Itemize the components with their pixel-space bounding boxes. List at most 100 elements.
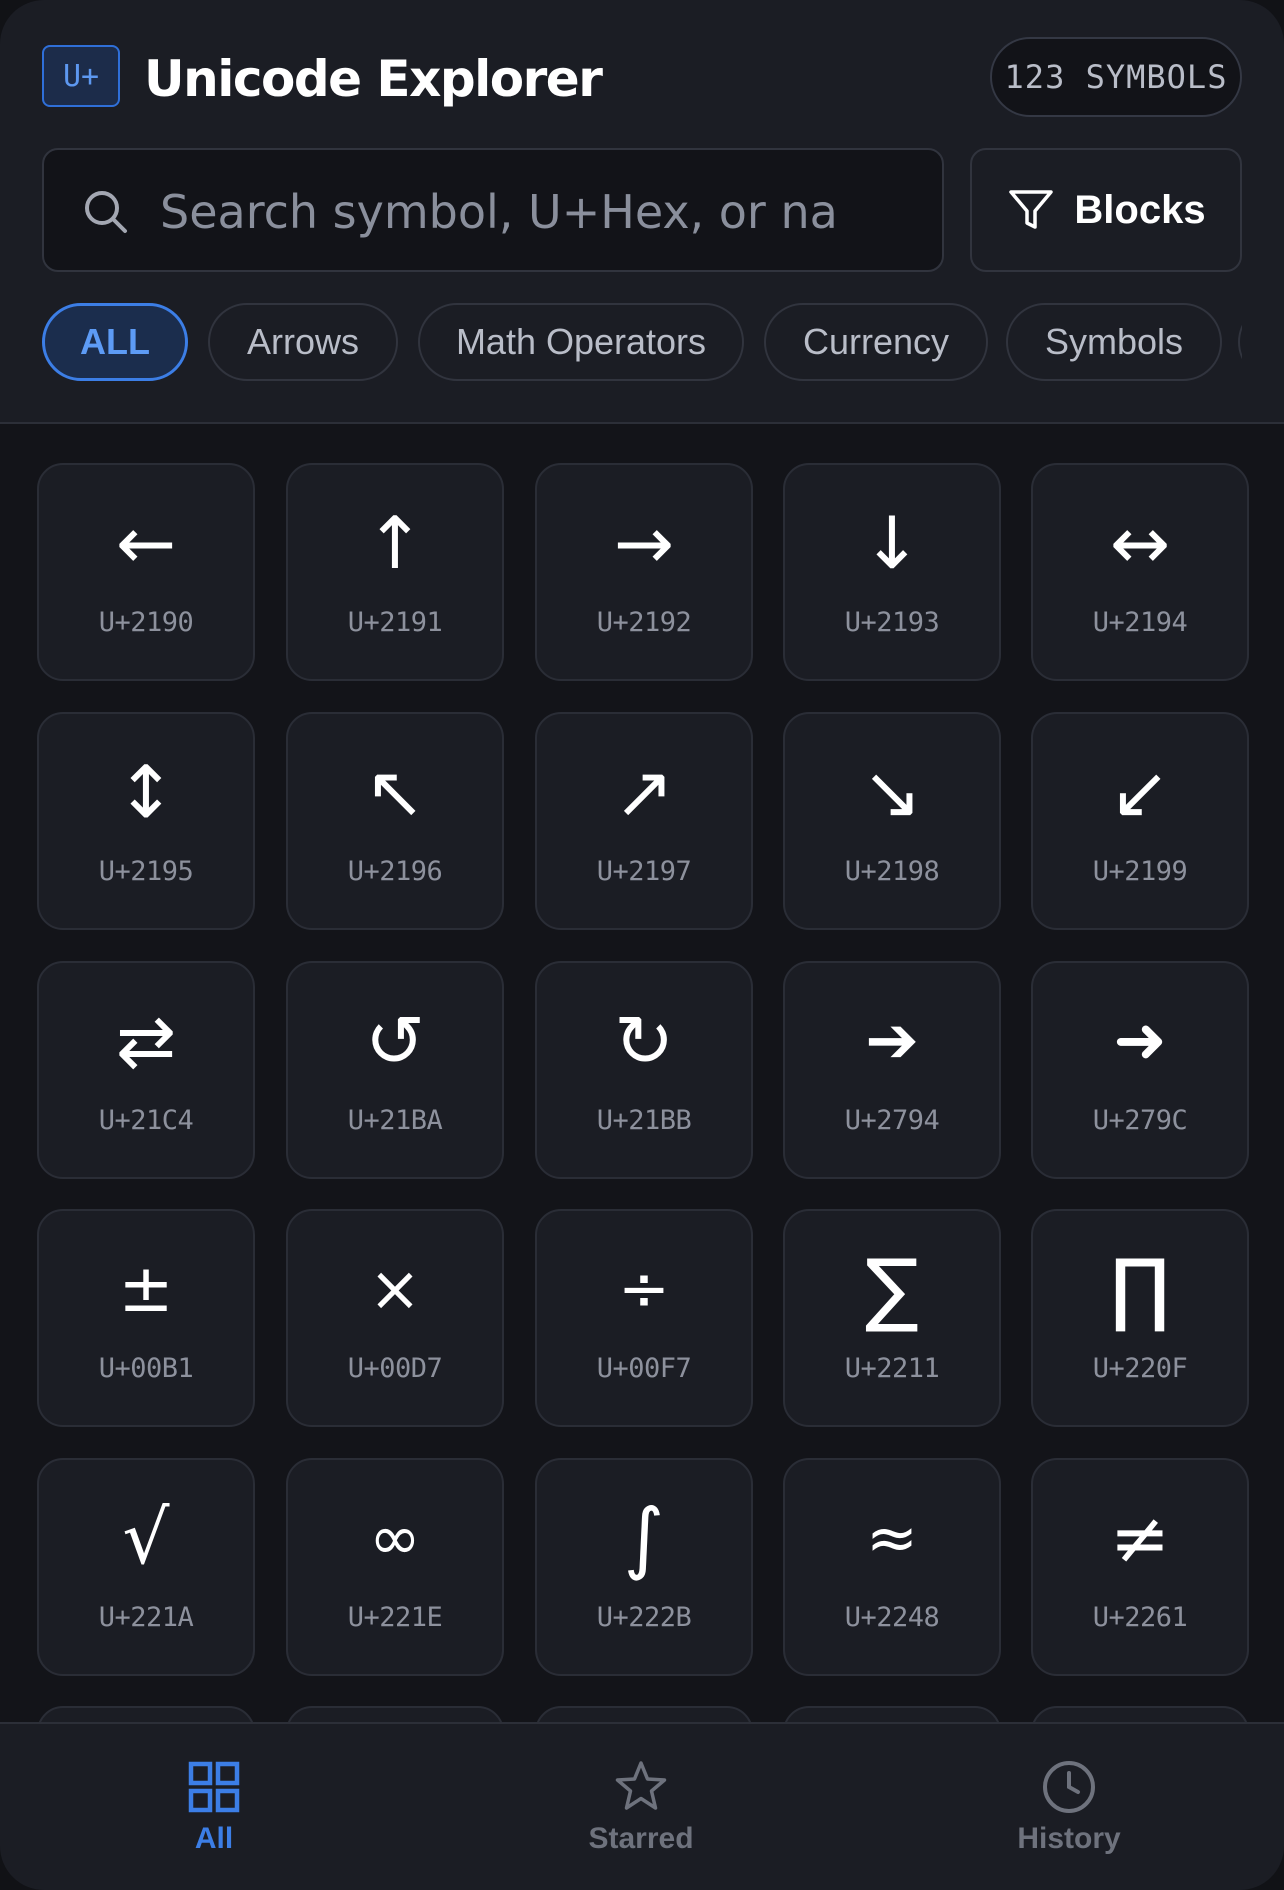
symbol-tile[interactable]: ⇄ U+21C4: [37, 961, 255, 1179]
symbol-glyph: ∑: [865, 1242, 919, 1335]
symbol-glyph: ÷: [618, 1252, 670, 1325]
symbol-codepoint: U+2193: [844, 607, 940, 638]
symbol-tile[interactable]: √ U+221A: [37, 1458, 255, 1676]
symbol-glyph: ↔: [1109, 501, 1171, 585]
logo-text: U+: [62, 58, 100, 94]
symbol-tile-partial[interactable]: [535, 1706, 753, 1722]
filter-chip-arrows[interactable]: Arrows: [208, 303, 398, 381]
symbol-tile[interactable]: ↓ U+2193: [783, 463, 1001, 681]
symbol-codepoint: U+221E: [347, 1602, 443, 1633]
nav-tab-all[interactable]: All: [114, 1758, 314, 1868]
filter-chip-label: Currency: [802, 321, 950, 362]
symbol-codepoint: U+2197: [596, 856, 692, 887]
symbol-tile-partial[interactable]: [783, 1706, 1001, 1722]
symbol-codepoint: U+00F7: [596, 1353, 692, 1384]
symbol-count-text: 123 SYMBOLS: [1004, 58, 1228, 96]
symbol-tile[interactable]: ↕ U+2195: [37, 712, 255, 930]
nav-label-history: History: [1017, 1822, 1121, 1855]
symbol-codepoint: U+21C4: [98, 1105, 194, 1136]
symbol-codepoint: U+00D7: [347, 1353, 443, 1384]
symbol-glyph: ∞: [369, 1501, 421, 1574]
symbol-codepoint: U+2211: [844, 1353, 940, 1384]
symbol-tile[interactable]: ↘ U+2198: [783, 712, 1001, 930]
symbol-codepoint: U+279C: [1092, 1105, 1188, 1136]
symbol-grid: ← U+2190 ↑ U+2191 → U+2192 ↓ U+2193 ↔ U+2194 ↕ U+21…: [0, 426, 1284, 1722]
filter-chip-label: Arrows: [246, 321, 359, 362]
symbol-tile[interactable]: × U+00D7: [286, 1209, 504, 1427]
symbol-glyph: →: [613, 501, 675, 585]
symbol-tile-partial[interactable]: [37, 1706, 255, 1722]
header: U+ Unicode Explorer 123 SYMBOLS Blocks A…: [0, 0, 1284, 424]
nav-tab-history[interactable]: History: [969, 1758, 1169, 1868]
symbol-tile[interactable]: ÷ U+00F7: [535, 1209, 753, 1427]
search-input[interactable]: [160, 170, 836, 254]
symbol-glyph: ⇄: [115, 999, 177, 1083]
symbol-tile[interactable]: ↔ U+2194: [1031, 463, 1249, 681]
symbol-tile[interactable]: ↻ U+21BB: [535, 961, 753, 1179]
clock-icon: [1043, 1761, 1095, 1813]
symbol-glyph: ↺: [364, 999, 426, 1083]
symbol-codepoint: U+2192: [596, 607, 692, 638]
star-icon: [615, 1761, 667, 1810]
symbol-tile[interactable]: ∏ U+220F: [1031, 1209, 1249, 1427]
bottom-nav: All Starred History: [0, 1722, 1284, 1890]
symbol-codepoint: U+2198: [844, 856, 940, 887]
symbol-glyph: ↻: [613, 999, 675, 1083]
symbol-codepoint: U+220F: [1092, 1353, 1188, 1384]
filter-chip-all[interactable]: ALL: [42, 303, 188, 381]
nav-label-all: All: [194, 1822, 234, 1855]
symbol-codepoint: U+2261: [1092, 1602, 1188, 1633]
symbol-codepoint: U+2191: [347, 607, 443, 638]
filter-chip-symbols[interactable]: Symbols: [1006, 303, 1222, 381]
symbol-tile[interactable]: ↙ U+2199: [1031, 712, 1249, 930]
symbol-glyph: ±: [118, 1250, 174, 1327]
symbol-glyph: ≈: [866, 1501, 918, 1574]
symbol-tile-partial[interactable]: [1031, 1706, 1249, 1722]
symbol-tile[interactable]: ∞ U+221E: [286, 1458, 504, 1676]
blocks-button-label: Blocks: [1074, 187, 1206, 232]
filter-chip-currency[interactable]: Currency: [764, 303, 988, 381]
symbol-tile[interactable]: ≈ U+2248: [783, 1458, 1001, 1676]
symbol-tile[interactable]: ➔ U+2794: [783, 961, 1001, 1179]
symbol-codepoint: U+2194: [1092, 607, 1188, 638]
filter-chip-math-operators[interactable]: Math Operators: [418, 303, 744, 381]
blocks-filter-button[interactable]: Blocks: [970, 148, 1242, 272]
symbol-tile[interactable]: ↑ U+2191: [286, 463, 504, 681]
symbol-tile[interactable]: ∫ U+222B: [535, 1458, 753, 1676]
symbol-tile[interactable]: ↖ U+2196: [286, 712, 504, 930]
symbol-tile[interactable]: ↺ U+21BA: [286, 961, 504, 1179]
symbol-glyph: ≠: [1109, 1496, 1171, 1580]
symbol-glyph: ×: [369, 1252, 421, 1325]
nav-tab-starred[interactable]: Starred: [541, 1758, 741, 1868]
symbol-glyph: ➔: [865, 1004, 919, 1078]
symbol-tile[interactable]: ± U+00B1: [37, 1209, 255, 1427]
search-box[interactable]: [42, 148, 944, 272]
app-window: U+ Unicode Explorer 123 SYMBOLS Blocks A…: [0, 0, 1284, 1890]
filter-chip-label: Symbols: [1044, 321, 1184, 362]
symbol-codepoint: U+2199: [1092, 856, 1188, 887]
symbol-count-badge: 123 SYMBOLS: [990, 37, 1242, 117]
filter-chip-label: Math Operators: [455, 321, 707, 362]
symbol-tile[interactable]: ← U+2190: [37, 463, 255, 681]
symbol-glyph: ↓: [861, 501, 923, 585]
grid-icon: [188, 1761, 240, 1813]
symbol-tile[interactable]: ≠ U+2261: [1031, 1458, 1249, 1676]
filter-chip-label: ALL: [80, 321, 150, 362]
symbol-glyph: ↙: [1109, 750, 1171, 834]
symbol-codepoint: U+21BB: [596, 1105, 692, 1136]
symbol-tile[interactable]: ↗ U+2197: [535, 712, 753, 930]
filter-icon: [1009, 190, 1054, 229]
app-logo: U+: [42, 45, 120, 107]
app-title: Unicode Explorer: [144, 50, 603, 108]
symbol-glyph: ↖: [364, 750, 426, 834]
filter-chip-overflow[interactable]: [1238, 303, 1242, 381]
search-icon: [85, 191, 127, 233]
symbol-glyph: ↗: [613, 750, 675, 834]
symbol-tile-partial[interactable]: [286, 1706, 504, 1722]
nav-label-starred: Starred: [588, 1822, 694, 1855]
symbol-tile[interactable]: ➜ U+279C: [1031, 961, 1249, 1179]
symbol-codepoint: U+2190: [98, 607, 194, 638]
symbol-codepoint: U+221A: [98, 1602, 194, 1633]
symbol-tile[interactable]: ∑ U+2211: [783, 1209, 1001, 1427]
symbol-tile[interactable]: → U+2192: [535, 463, 753, 681]
